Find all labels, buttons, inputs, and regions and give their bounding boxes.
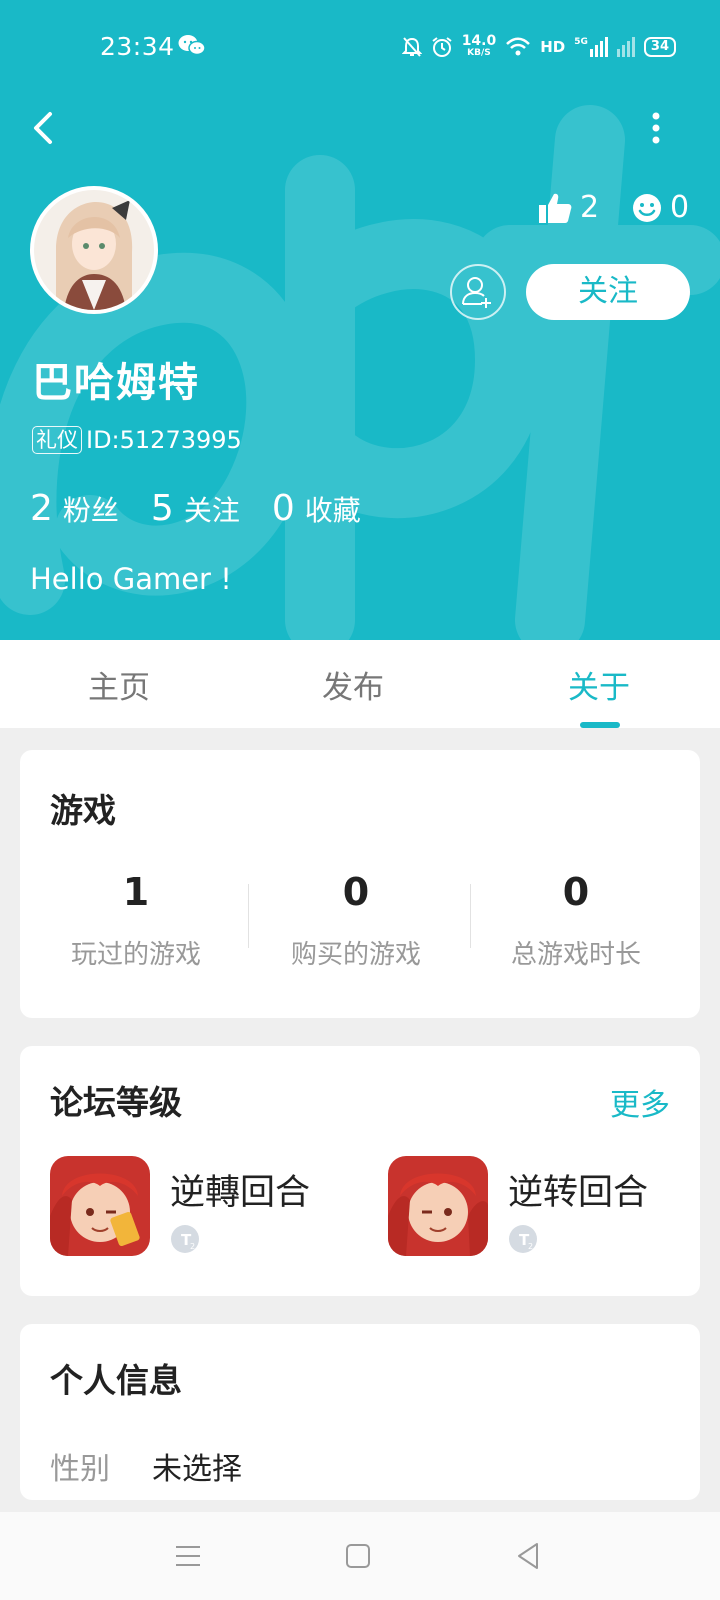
following-label: 关注: [183, 494, 240, 527]
game-name: 逆转回合: [508, 1173, 649, 1213]
bio: Hello Gamer !: [30, 562, 232, 596]
avatar[interactable]: [30, 186, 158, 314]
forum-title: 论坛等级: [50, 1083, 182, 1122]
tab-indicator: [580, 722, 620, 728]
play-time-stat[interactable]: 0 总游戏时长: [466, 870, 686, 971]
follow-button[interactable]: 关注: [526, 264, 690, 320]
play-time-label: 总游戏时长: [510, 940, 641, 970]
signal-5g-icon: 5G: [574, 37, 608, 57]
game-icon: [50, 1156, 150, 1256]
more-link[interactable]: 更多: [610, 1080, 670, 1124]
signal-sim2-icon: [616, 37, 635, 57]
wechat-icon: [178, 35, 206, 56]
user-id: ID:51273995: [86, 426, 242, 454]
tab-bar: 主页 发布 关于: [0, 640, 720, 728]
svg-text:2: 2: [190, 1242, 195, 1251]
user-id-row: 礼仪 ID:51273995: [32, 426, 242, 454]
fans-label: 粉丝: [62, 494, 119, 527]
follow-counts: 2 粉丝 5 关注 0 收藏: [30, 488, 361, 529]
status-time: 23:34: [100, 32, 175, 61]
tab-posts[interactable]: 发布: [322, 662, 384, 707]
tab-about[interactable]: 关于: [568, 662, 630, 707]
forum-item[interactable]: 逆轉回合 T 2: [50, 1156, 350, 1256]
fans-count[interactable]: 2 粉丝: [30, 488, 119, 529]
forum-item[interactable]: 逆转回合 T 2: [388, 1156, 688, 1256]
username: 巴哈姆特: [32, 360, 200, 406]
etiquette-badge: 礼仪: [32, 426, 82, 454]
status-icons: 14.0 KB/S HD 5G 34: [401, 32, 676, 62]
net-type: 5G: [574, 37, 588, 47]
more-options-icon[interactable]: [646, 108, 666, 148]
speed-value: 14.0: [461, 33, 497, 49]
profile-header: 23:34 14.0 KB/S HD 5G 34 2 0 关注 巴哈姆特 礼仪 …: [0, 0, 720, 640]
speed-unit: KB/S: [467, 48, 491, 58]
game-icon: [388, 1156, 488, 1256]
games-bought-value: 0: [342, 870, 370, 914]
game-name: 逆轉回合: [170, 1173, 311, 1213]
games-bought-stat[interactable]: 0 购买的游戏: [246, 870, 466, 971]
favorites-label: 收藏: [304, 494, 361, 527]
status-bar: 23:34 14.0 KB/S HD 5G 34: [0, 0, 720, 95]
hd-indicator: HD: [540, 38, 566, 56]
likes-stat: 2: [538, 190, 599, 225]
system-nav-bar: [0, 1512, 720, 1600]
mute-bell-icon: [401, 37, 422, 57]
personal-info-card: 个人信息 性别 未选择: [20, 1324, 700, 1500]
tab-home[interactable]: 主页: [88, 662, 150, 707]
play-time-value: 0: [562, 870, 590, 914]
games-played-label: 玩过的游戏: [70, 940, 201, 970]
games-bought-label: 购买的游戏: [290, 940, 421, 970]
games-played-stat[interactable]: 1 玩过的游戏: [26, 870, 246, 971]
following-number: 5: [150, 488, 174, 529]
back-nav-icon[interactable]: [512, 1540, 544, 1572]
games-title: 游戏: [50, 791, 116, 830]
add-friend-button[interactable]: [450, 264, 506, 320]
favorites-count[interactable]: 0 收藏: [272, 488, 361, 529]
smiles-stat: 0: [632, 190, 689, 225]
network-speed: 14.0 KB/S: [461, 33, 497, 59]
back-button[interactable]: [26, 106, 62, 150]
menu-icon[interactable]: [172, 1540, 204, 1572]
battery-indicator: 34: [643, 37, 676, 57]
gender-value: 未选择: [152, 1452, 242, 1487]
favorites-number: 0: [271, 488, 295, 529]
forum-level-card: 论坛等级 更多 逆轉回合 T 2 逆转回合 T 2: [20, 1046, 700, 1296]
level-badge-icon: T 2: [509, 1225, 537, 1253]
level-badge-icon: T 2: [171, 1225, 199, 1253]
games-played-value: 1: [122, 870, 150, 914]
following-count[interactable]: 5 关注: [151, 488, 240, 529]
alarm-icon: [432, 37, 452, 57]
avatar-image: [34, 190, 154, 310]
home-icon[interactable]: [342, 1540, 374, 1572]
gender-label: 性别: [50, 1452, 110, 1487]
gender-row: 性别 未选择: [50, 1444, 242, 1488]
info-title: 个人信息: [50, 1361, 182, 1400]
games-card: 游戏 1 玩过的游戏 0 购买的游戏 0 总游戏时长: [20, 750, 700, 1018]
smiles-count: 0: [670, 190, 690, 225]
likes-count: 2: [580, 190, 600, 225]
svg-text:2: 2: [528, 1242, 533, 1251]
fans-number: 2: [30, 488, 53, 529]
thumbs-up-icon: [539, 193, 572, 223]
smile-icon: [633, 193, 661, 222]
wifi-icon: [506, 37, 531, 56]
add-user-icon: [462, 277, 491, 308]
